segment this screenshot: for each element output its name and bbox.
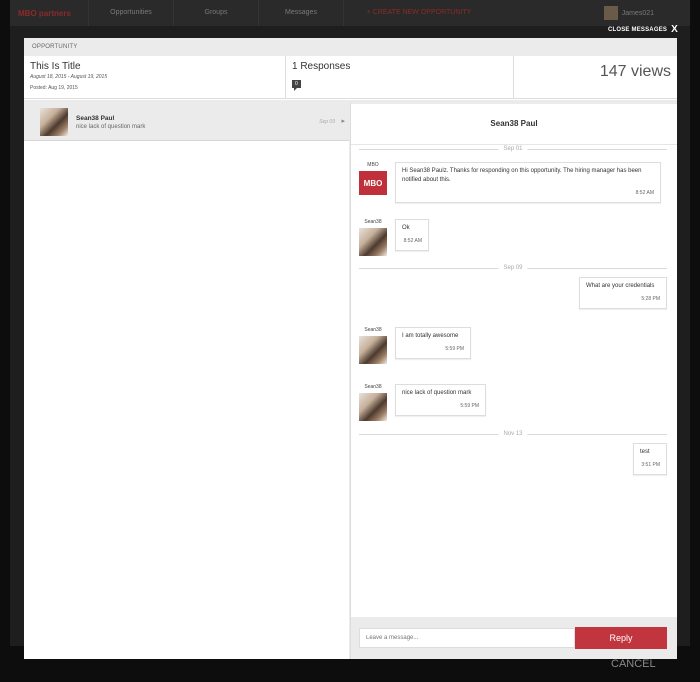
avatar <box>359 393 387 421</box>
date-divider: Sep 09 <box>359 265 667 271</box>
messages-modal: OPPORTUNITY This Is Title August 18, 201… <box>24 38 677 659</box>
message-time: 3:51 PM <box>641 462 660 468</box>
message-item: Sean38 Ok 8:52 AM <box>359 219 429 256</box>
message-text: I am totally awesome <box>402 333 459 339</box>
message-text: Ok <box>402 225 410 231</box>
conversation-panel: Sean38 Paul Sep 01 MBO MBO Hi Sean38 Pau… <box>350 100 677 659</box>
message-thread: Sep 01 MBO MBO Hi Sean38 Paulz. Thanks f… <box>351 146 677 619</box>
message-bubble: test 3:51 PM <box>633 443 667 475</box>
message-item: test 3:51 PM <box>633 443 667 475</box>
responses-summary: 1 Responses 0 <box>286 56 514 98</box>
message-bubble: What are your credentials 5:28 PM <box>579 277 667 309</box>
message-text: test <box>640 449 650 455</box>
responses-list: Sean38 Paul nice lack of question mark S… <box>24 100 349 659</box>
views-summary: 147 views <box>514 56 677 98</box>
message-time: 8:52 AM <box>635 190 654 196</box>
message-time: 8:52 AM <box>403 238 422 244</box>
message-item: MBO MBO Hi Sean38 Paulz. Thanks for resp… <box>359 162 661 203</box>
date-divider: Nov 13 <box>359 431 667 437</box>
response-date: Sep 09 <box>319 119 335 125</box>
message-time: 5:59 PM <box>460 403 479 409</box>
message-item: Sean38 I am totally awesome 5:59 PM <box>359 327 471 364</box>
message-text: What are your credentials <box>586 283 655 289</box>
response-name: Sean38 Paul <box>76 114 115 122</box>
message-text: Hi Sean38 Paulz. Thanks for responding o… <box>402 168 642 183</box>
nav-opportunities: Opportunities <box>88 0 173 26</box>
message-bubble: nice lack of question mark 5:59 PM <box>395 384 486 416</box>
reply-composer: Reply <box>351 617 677 659</box>
close-messages-label: CLOSE MESSAGES <box>607 26 668 33</box>
avatar <box>359 336 387 364</box>
sender-name: Sean38 <box>364 219 382 225</box>
user-avatar <box>603 6 618 20</box>
opportunity-info: This Is Title August 18, 2015 - August 1… <box>24 56 286 98</box>
nav-groups: Groups <box>173 0 258 26</box>
message-bubble: Ok 8:52 AM <box>395 219 429 251</box>
conversation-title: Sean38 Paul <box>351 104 677 145</box>
response-item[interactable]: Sean38 Paul nice lack of question mark S… <box>24 104 349 141</box>
sender-name: Sean38 <box>364 384 382 390</box>
date-divider: Sep 01 <box>359 146 667 152</box>
message-bubble: I am totally awesome 5:59 PM <box>395 327 471 359</box>
sender-name: MBO <box>367 162 379 168</box>
user-menu: James021 <box>603 6 690 20</box>
close-messages-button[interactable]: CLOSE MESSAGES X <box>608 24 678 35</box>
message-item: What are your credentials 5:28 PM <box>579 277 667 309</box>
response-preview: nice lack of question mark <box>76 123 146 130</box>
opportunity-posted: Posted: Aug 19, 2015 <box>30 85 78 91</box>
opportunity-title: This Is Title <box>30 61 81 72</box>
nav-create-opportunity: + CREATE NEW OPPORTUNITY <box>343 0 494 26</box>
message-time: 5:59 PM <box>445 346 464 352</box>
mbo-logo: MBO <box>359 171 387 195</box>
chevron-right-icon: ▸ <box>341 118 345 125</box>
message-time: 5:28 PM <box>641 296 660 302</box>
date-divider-label: Sep 01 <box>498 146 528 152</box>
opportunity-dates: August 18, 2015 - August 19, 2015 <box>30 74 108 80</box>
comment-badge-icon: 0 <box>292 80 301 91</box>
cancel-button[interactable]: CANCEL <box>611 658 656 670</box>
date-divider-label: Nov 13 <box>498 431 528 437</box>
sender-name: Sean38 <box>364 327 382 333</box>
message-item: Sean38 nice lack of question mark 5:59 P… <box>359 384 486 421</box>
avatar <box>40 108 68 136</box>
message-text: nice lack of question mark <box>402 390 472 396</box>
date-divider-label: Sep 09 <box>498 265 528 271</box>
opportunity-summary: This Is Title August 18, 2015 - August 1… <box>24 56 677 99</box>
reply-button[interactable]: Reply <box>575 627 667 649</box>
views-count: 147 views <box>599 63 671 80</box>
close-icon: X <box>671 24 678 35</box>
message-bubble: Hi Sean38 Paulz. Thanks for responding o… <box>395 162 661 203</box>
avatar <box>359 228 387 256</box>
background-nav: MBO partners Opportunities Groups Messag… <box>10 0 690 27</box>
brand-logo: MBO partners <box>18 8 71 18</box>
nav-messages: Messages <box>258 0 343 26</box>
modal-header: OPPORTUNITY <box>24 38 677 56</box>
responses-count: 1 Responses <box>292 61 351 72</box>
message-input[interactable] <box>359 628 575 648</box>
user-name: James021 <box>621 9 654 17</box>
